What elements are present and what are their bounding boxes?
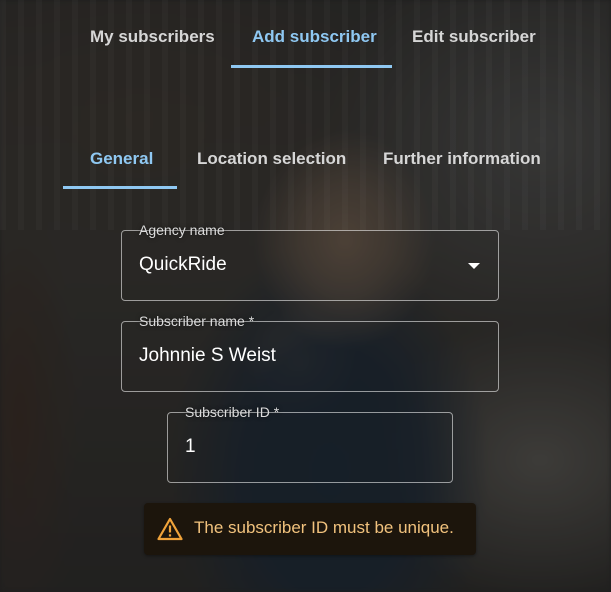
top-tabs: My subscribers Add subscriber Edit subsc… (0, 0, 611, 70)
agency-name-value: QuickRide (139, 254, 227, 275)
dropdown-arrow-icon[interactable] (468, 263, 480, 269)
agency-name-label: Agency name (139, 222, 225, 238)
warning-icon (157, 517, 183, 541)
subscriber-name-field[interactable]: Subscriber name * Johnnie S Weist (121, 313, 499, 392)
validation-alert: The subscriber ID must be unique. (144, 503, 476, 555)
subscriber-id-value[interactable]: 1 (185, 436, 196, 458)
subscriber-name-value[interactable]: Johnnie S Weist (139, 345, 276, 367)
tab-general[interactable]: General (90, 149, 153, 169)
subscriber-name-label: Subscriber name * (139, 313, 255, 329)
form-section-tabs: General Location selection Further infor… (0, 120, 611, 192)
top-tab-indicator (231, 65, 392, 68)
subscriber-id-label: Subscriber ID * (185, 404, 280, 420)
tab-add-subscriber[interactable]: Add subscriber (252, 27, 377, 47)
subscriber-id-field[interactable]: Subscriber ID * 1 (167, 404, 453, 483)
sub-tab-indicator (63, 186, 177, 189)
tab-location-selection[interactable]: Location selection (197, 149, 346, 169)
alert-message: The subscriber ID must be unique. (194, 518, 454, 537)
agency-name-select[interactable]: Agency name QuickRide (121, 222, 499, 301)
tab-edit-subscriber[interactable]: Edit subscriber (412, 27, 536, 47)
tab-my-subscribers[interactable]: My subscribers (90, 27, 215, 47)
tab-further-information[interactable]: Further information (383, 149, 541, 169)
